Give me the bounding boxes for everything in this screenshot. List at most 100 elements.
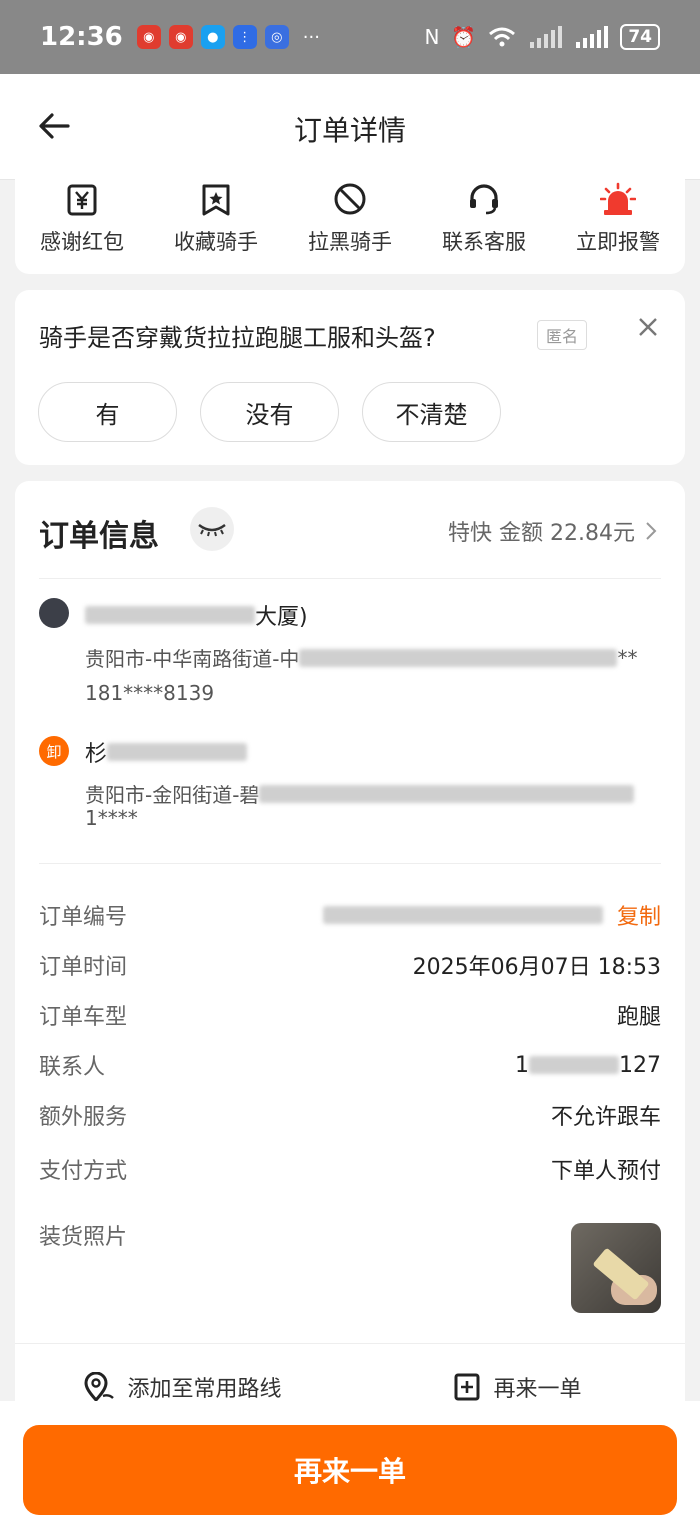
pickup-address-prefix: 贵阳市-中华南路街道-中 — [85, 647, 300, 671]
block-rider-button[interactable]: 拉黑骑手 — [290, 180, 410, 274]
survey-option-unsure[interactable]: 不清楚 — [362, 382, 501, 442]
row-value: 跑腿 — [616, 1005, 661, 1030]
notification-icons: ◉ ◉ ● ⋮ ◎ ··· — [136, 25, 320, 49]
row-label: 订单时间 — [39, 955, 128, 980]
dropoff-address-prefix: 贵阳市-金阳街道-碧 — [85, 783, 260, 807]
reorder-label: 再来一单 — [493, 1376, 582, 1402]
row-label: 联系人 — [39, 1055, 106, 1080]
message-app-icon: ● — [200, 25, 225, 49]
add-document-icon — [454, 1373, 480, 1400]
more-notifications: ··· — [302, 26, 320, 48]
voice-app-icon: ⋮ — [232, 25, 257, 49]
masked-text — [85, 606, 255, 624]
add-to-routes-link[interactable]: 添加至常用路线 — [15, 1344, 350, 1403]
bookmark-star-icon — [202, 184, 230, 216]
masked-text — [107, 743, 248, 761]
vehicle-type-row: 订单车型 跑腿 — [39, 999, 661, 1031]
contact-prefix: 1 — [515, 1052, 529, 1078]
anonymous-badge: 匿名 — [537, 320, 588, 350]
eye-closed-icon — [198, 524, 226, 537]
favorite-rider-button[interactable]: 收藏骑手 — [156, 180, 276, 274]
order-summary-link[interactable]: 特快 金额 22.84元 — [448, 515, 657, 547]
dropoff-name: 杉 — [85, 736, 248, 768]
toggle-visibility-button[interactable] — [190, 507, 234, 551]
status-time: 12:36 — [40, 22, 123, 52]
survey-question: 骑手是否穿戴货拉拉跑腿工服和头盔? — [39, 324, 436, 352]
pickup-dot-icon — [39, 598, 69, 628]
call-police-button[interactable]: 立即报警 — [558, 180, 678, 274]
divider — [39, 863, 661, 864]
row-label: 订单车型 — [39, 1005, 128, 1030]
reorder-button[interactable]: 再来一单 — [23, 1425, 677, 1515]
action-label: 感谢红包 — [40, 230, 124, 254]
row-value: 2025年06月07日 18:53 — [412, 955, 661, 980]
loading-photo-row: 装货照片 — [39, 1219, 661, 1251]
weibo-app-icon: ◉ — [136, 25, 161, 49]
add-to-routes-label: 添加至常用路线 — [127, 1376, 282, 1402]
survey-option-no[interactable]: 没有 — [200, 382, 339, 442]
row-label: 订单编号 — [39, 905, 128, 930]
order-time-row: 订单时间 2025年06月07日 18:53 — [39, 949, 661, 981]
uniform-survey-card: 骑手是否穿戴货拉拉跑腿工服和头盔? 匿名 有 没有 不清楚 — [15, 290, 685, 465]
system-icons: Ν ⏰ 74 — [424, 24, 660, 50]
unload-badge: 卸 — [39, 736, 69, 766]
masked-text — [299, 648, 618, 667]
status-bar: 12:36 ◉ ◉ ● ⋮ ◎ ··· Ν ⏰ 74 — [0, 0, 700, 74]
survey-option-yes[interactable]: 有 — [38, 382, 177, 442]
action-label: 立即报警 — [576, 230, 660, 254]
dropoff-address: 贵阳市-金阳街道-碧 — [85, 779, 635, 808]
contact-suffix: 127 — [619, 1052, 661, 1078]
block-icon — [334, 183, 366, 215]
pickup-name: 大厦) — [85, 599, 308, 631]
divider — [39, 578, 661, 579]
pickup-address: 贵阳市-中华南路街道-中 ** — [85, 643, 637, 672]
row-label: 支付方式 — [39, 1159, 128, 1184]
order-number-row: 订单编号 复制 — [39, 899, 661, 931]
pickup-phone: 181****8139 — [85, 681, 215, 705]
alarm-icon — [600, 182, 636, 215]
contact-value: 1 127 — [515, 1053, 661, 1078]
browser-app-icon: ◎ — [264, 25, 289, 49]
masked-text — [322, 906, 603, 924]
contact-support-button[interactable]: 联系客服 — [424, 180, 544, 274]
copy-button[interactable]: 复制 — [617, 899, 661, 931]
payment-row: 支付方式 下单人预付 — [39, 1153, 661, 1185]
extra-service-row: 额外服务 不允许跟车 — [39, 1099, 661, 1131]
close-icon[interactable] — [637, 316, 659, 338]
masked-text — [259, 784, 635, 803]
order-summary: 特快 金额 22.84元 — [448, 521, 635, 546]
order-number-value: 复制 — [322, 899, 661, 931]
contact-row: 联系人 1 127 — [39, 1049, 661, 1081]
thanks-red-packet-button[interactable]: 感谢红包 — [22, 180, 142, 274]
chevron-right-icon — [646, 522, 657, 540]
order-info-title: 订单信息 — [39, 519, 159, 554]
action-label: 收藏骑手 — [174, 230, 258, 254]
signal-icon — [576, 26, 609, 48]
route-pin-icon — [84, 1371, 115, 1402]
wifi-icon — [489, 27, 516, 47]
loading-photo-thumbnail[interactable] — [571, 1223, 661, 1313]
pickup-address-suffix: ** — [617, 645, 638, 670]
action-label: 联系客服 — [442, 230, 526, 254]
reorder-link[interactable]: 再来一单 — [350, 1344, 685, 1403]
page-title: 订单详情 — [293, 114, 406, 147]
weibo-app-icon: ◉ — [168, 25, 193, 49]
headset-icon — [470, 184, 498, 215]
row-label: 额外服务 — [39, 1105, 128, 1130]
row-value: 不允许跟车 — [550, 1105, 661, 1130]
pickup-name-suffix: 大厦) — [255, 605, 308, 630]
row-label: 装货照片 — [39, 1225, 128, 1250]
dropoff-address-line2: 1**** — [85, 806, 138, 830]
action-label: 拉黑骑手 — [308, 230, 392, 254]
order-info-card: 订单信息 特快 金额 22.84元 大厦) 贵阳市-中华南路街道-中 ** 18… — [15, 481, 685, 1403]
row-value: 下单人预付 — [550, 1159, 661, 1184]
masked-text — [529, 1056, 619, 1074]
signal-icon — [530, 26, 563, 48]
rider-actions-card: 感谢红包 收藏骑手 拉黑骑手 联系客服 立即报警 — [15, 160, 685, 274]
battery-indicator: 74 — [620, 24, 660, 50]
order-quick-links: 添加至常用路线 再来一单 — [15, 1343, 685, 1403]
nfc-icon: Ν — [424, 25, 440, 49]
yuan-icon — [67, 184, 97, 216]
dropoff-name-prefix: 杉 — [85, 742, 108, 767]
bottom-action-bar: 再来一单 — [0, 1401, 700, 1538]
